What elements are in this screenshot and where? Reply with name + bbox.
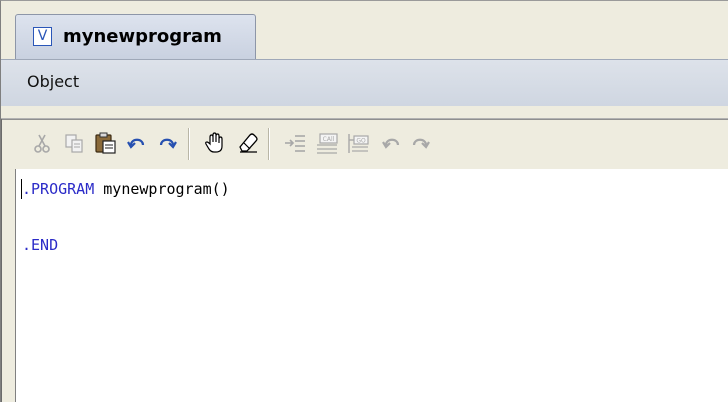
tab-mynewprogram[interactable]: V mynewprogram [15,14,256,59]
paste-icon [95,132,116,154]
step-into-icon [285,135,305,152]
toolbar-separator [188,128,190,160]
code-keyword: .END [22,236,59,254]
paste-button[interactable] [93,130,119,156]
toolbar: CAll GO [1,119,728,169]
goto-icon: GO [348,134,369,153]
redo-button[interactable] [154,130,180,156]
cut-icon [34,134,50,153]
goto-button[interactable]: GO [345,130,371,156]
toolbar-separator [268,128,270,160]
code-line: .PROGRAM mynewprogram() [22,180,230,198]
copy-button[interactable] [61,130,87,156]
undo-secondary-button[interactable] [379,130,405,156]
eraser-button[interactable] [235,130,261,156]
call-icon: CAll [317,133,338,154]
redo-secondary-button[interactable] [407,130,433,156]
program-file-icon: V [33,27,52,46]
eraser-icon [239,133,258,153]
tab-strip: V mynewprogram [1,1,728,59]
undo-button[interactable] [124,130,150,156]
code-text: mynewprogram() [94,180,230,198]
tab-title: mynewprogram [63,26,222,47]
menu-bar: Object [1,59,728,106]
code-line: .END [22,236,58,254]
step-into-button[interactable] [282,130,308,156]
copy-icon [65,134,83,153]
redo-secondary-icon [412,138,430,149]
code-keyword: .PROGRAM [22,180,95,198]
cut-button[interactable] [29,130,55,156]
redo-icon [159,138,177,149]
editor-window: V mynewprogram Object CAll GO .PROGRAM m… [0,0,728,402]
window-left-border [1,119,2,402]
toolbar-spacer [1,106,728,119]
hand-pan-button[interactable] [202,130,228,156]
call-button[interactable]: CAll [314,130,340,156]
undo-icon [127,138,145,149]
code-editor[interactable]: .PROGRAM mynewprogram() .END [15,169,728,402]
call-icon-text: CAll [323,136,335,143]
goto-icon-text: GO [356,138,366,145]
menu-object[interactable]: Object [27,72,79,91]
undo-secondary-icon [382,138,400,149]
hand-pan-icon [205,132,223,153]
